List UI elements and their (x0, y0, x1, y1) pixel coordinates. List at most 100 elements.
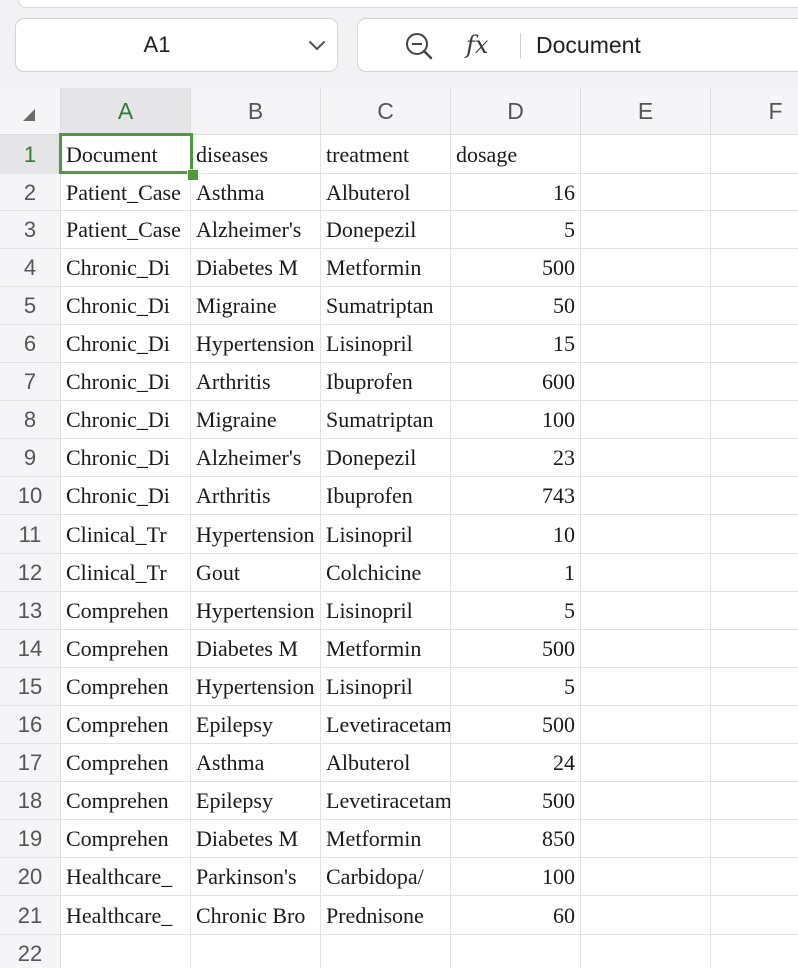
cell-f4[interactable] (711, 249, 798, 287)
cell-a3[interactable]: Patient_Case (61, 211, 191, 249)
cell-c8[interactable]: Sumatriptan (321, 401, 451, 439)
cell-b10[interactable]: Arthritis (191, 477, 321, 515)
cell-e16[interactable] (581, 706, 711, 744)
cell-e9[interactable] (581, 439, 711, 477)
cell-f10[interactable] (711, 477, 798, 515)
cell-f7[interactable] (711, 363, 798, 401)
cell-b6[interactable]: Hypertension (191, 325, 321, 363)
cell-e22[interactable] (581, 935, 711, 968)
cell-d20[interactable]: 100 (451, 858, 581, 896)
cell-d18[interactable]: 500 (451, 782, 581, 820)
cell-c22[interactable] (321, 935, 451, 968)
row-header-6[interactable]: 6 (0, 325, 61, 363)
cell-b18[interactable]: Epilepsy (191, 782, 321, 820)
cell-b22[interactable] (191, 935, 321, 968)
cell-f1[interactable] (711, 135, 798, 174)
cell-b16[interactable]: Epilepsy (191, 706, 321, 744)
cell-c19[interactable]: Metformin (321, 820, 451, 858)
cell-f14[interactable] (711, 630, 798, 668)
cell-b1[interactable]: diseases (191, 135, 321, 174)
row-header-7[interactable]: 7 (0, 363, 61, 401)
cell-a13[interactable]: Comprehen (61, 592, 191, 630)
cell-d21[interactable]: 60 (451, 896, 581, 935)
cell-c17[interactable]: Albuterol (321, 744, 451, 782)
cell-a2[interactable]: Patient_Case (61, 174, 191, 211)
spreadsheet-grid[interactable]: A B C D E F 1 Document diseases treatment dosage 2 P… (0, 88, 798, 968)
cell-d17[interactable]: 24 (451, 744, 581, 782)
cell-e13[interactable] (581, 592, 711, 630)
cell-a16[interactable]: Comprehen (61, 706, 191, 744)
row-header-2[interactable]: 2 (0, 174, 61, 211)
cell-b21[interactable]: Chronic Bro (191, 896, 321, 935)
row-header-19[interactable]: 19 (0, 820, 61, 858)
row-header-3[interactable]: 3 (0, 211, 61, 249)
name-box[interactable]: A1 (15, 18, 338, 72)
cell-b19[interactable]: Diabetes M (191, 820, 321, 858)
row-header-14[interactable]: 14 (0, 630, 61, 668)
cell-c15[interactable]: Lisinopril (321, 668, 451, 706)
cell-a15[interactable]: Comprehen (61, 668, 191, 706)
cell-d12[interactable]: 1 (451, 554, 581, 592)
cell-c9[interactable]: Donepezil (321, 439, 451, 477)
cell-f12[interactable] (711, 554, 798, 592)
cell-e20[interactable] (581, 858, 711, 896)
cell-e3[interactable] (581, 211, 711, 249)
cell-f22[interactable] (711, 935, 798, 968)
cell-a12[interactable]: Clinical_Tr (61, 554, 191, 592)
cell-e18[interactable] (581, 782, 711, 820)
cell-c5[interactable]: Sumatriptan (321, 287, 451, 325)
cell-a9[interactable]: Chronic_Di (61, 439, 191, 477)
row-header-4[interactable]: 4 (0, 249, 61, 287)
cell-f19[interactable] (711, 820, 798, 858)
cell-e15[interactable] (581, 668, 711, 706)
row-header-9[interactable]: 9 (0, 439, 61, 477)
cell-b2[interactable]: Asthma (191, 174, 321, 211)
fill-handle[interactable] (187, 169, 199, 181)
cell-e5[interactable] (581, 287, 711, 325)
cell-c14[interactable]: Metformin (321, 630, 451, 668)
cell-e17[interactable] (581, 744, 711, 782)
cell-a22[interactable] (61, 935, 191, 968)
cell-c6[interactable]: Lisinopril (321, 325, 451, 363)
cell-a4[interactable]: Chronic_Di (61, 249, 191, 287)
row-header-21[interactable]: 21 (0, 896, 61, 935)
cell-b14[interactable]: Diabetes M (191, 630, 321, 668)
cell-f11[interactable] (711, 515, 798, 554)
row-header-12[interactable]: 12 (0, 554, 61, 592)
cell-d2[interactable]: 16 (451, 174, 581, 211)
row-header-20[interactable]: 20 (0, 858, 61, 896)
cell-c18[interactable]: Levetiracetam (321, 782, 451, 820)
cell-d11[interactable]: 10 (451, 515, 581, 554)
row-header-5[interactable]: 5 (0, 287, 61, 325)
row-header-13[interactable]: 13 (0, 592, 61, 630)
cell-e2[interactable] (581, 174, 711, 211)
cell-b12[interactable]: Gout (191, 554, 321, 592)
cell-d5[interactable]: 50 (451, 287, 581, 325)
cell-f13[interactable] (711, 592, 798, 630)
cell-f5[interactable] (711, 287, 798, 325)
cell-a17[interactable]: Comprehen (61, 744, 191, 782)
cell-d6[interactable]: 15 (451, 325, 581, 363)
cell-a10[interactable]: Chronic_Di (61, 477, 191, 515)
cell-b8[interactable]: Migraine (191, 401, 321, 439)
cell-a1[interactable]: Document (61, 135, 191, 174)
cell-e12[interactable] (581, 554, 711, 592)
zoom-out-icon[interactable] (404, 31, 434, 61)
cell-c13[interactable]: Lisinopril (321, 592, 451, 630)
row-header-18[interactable]: 18 (0, 782, 61, 820)
cell-c1[interactable]: treatment (321, 135, 451, 174)
cell-a21[interactable]: Healthcare_ (61, 896, 191, 935)
cell-d8[interactable]: 100 (451, 401, 581, 439)
cell-a7[interactable]: Chronic_Di (61, 363, 191, 401)
column-header-e[interactable]: E (581, 88, 711, 135)
row-header-16[interactable]: 16 (0, 706, 61, 744)
cell-d13[interactable]: 5 (451, 592, 581, 630)
cell-d14[interactable]: 500 (451, 630, 581, 668)
column-header-b[interactable]: B (191, 88, 321, 135)
cell-d1[interactable]: dosage (451, 135, 581, 174)
row-header-11[interactable]: 11 (0, 515, 61, 554)
cell-e4[interactable] (581, 249, 711, 287)
row-header-22[interactable]: 22 (0, 935, 61, 968)
formula-bar[interactable]: fx Document (357, 18, 798, 72)
cell-a6[interactable]: Chronic_Di (61, 325, 191, 363)
